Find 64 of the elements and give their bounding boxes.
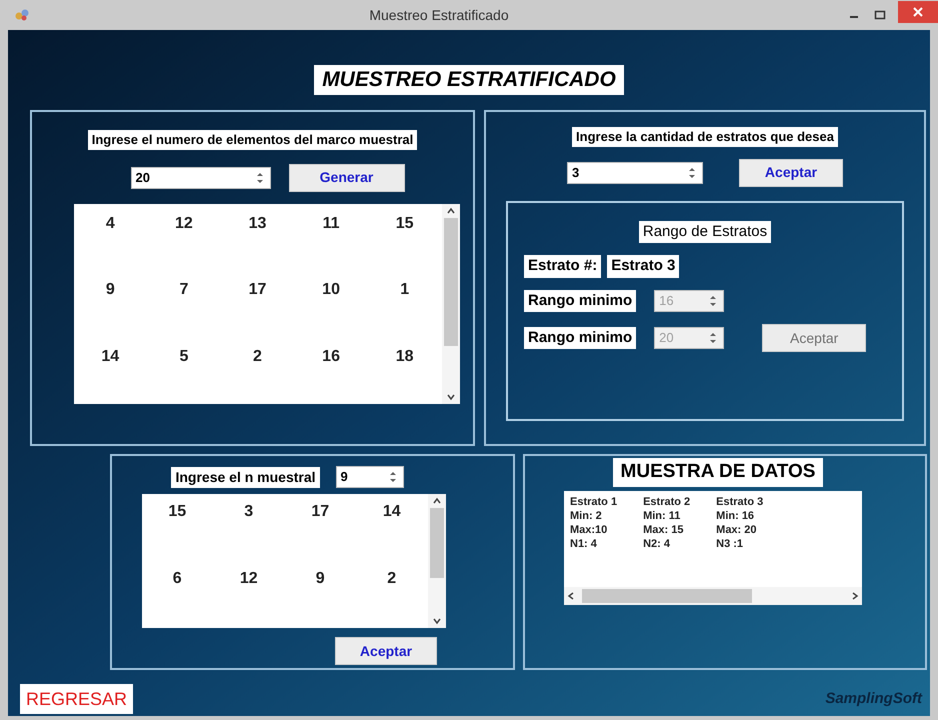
action-button[interactable]: Aceptar: [739, 158, 843, 186]
horizontal-scrollbar[interactable]: [564, 586, 862, 604]
number-cell-text: 4: [104, 214, 116, 234]
back-button[interactable]: REGRESAR: [20, 684, 134, 714]
number-cell-text: 14: [100, 346, 120, 367]
data-text: Min: 11: [643, 508, 682, 522]
number-cell-text: 7: [178, 280, 190, 300]
section-heading: MUESTRA DE DATOS: [612, 458, 824, 486]
vertical-scrollbar[interactable]: [428, 494, 446, 628]
number-cell-text: 11: [322, 214, 341, 234]
data-text: N3 :1: [716, 536, 744, 550]
data-text: Estrato 3: [716, 494, 764, 508]
number-cell-text: 15: [167, 502, 188, 522]
number-spinner[interactable]: 3: [567, 162, 703, 184]
number-spinner[interactable]: 20: [130, 166, 270, 188]
data-text: Max: 20: [716, 522, 758, 536]
number-cell-text: 17: [310, 502, 330, 522]
data-text: Max:10: [570, 522, 608, 536]
field-label: Estrato 3: [607, 255, 680, 278]
field-label: Estrato #:: [524, 255, 602, 278]
number-cell-text: 16: [321, 346, 341, 367]
number-cell-text: 13: [248, 214, 268, 234]
data-text: Estrato 1: [570, 494, 618, 508]
vertical-scrollbar[interactable]: [442, 204, 460, 404]
number-cell-text: 2: [252, 346, 263, 367]
maximize-icon[interactable]: [874, 9, 886, 21]
number-cell-text: 12: [238, 569, 259, 589]
number-cell-text: 2: [386, 569, 398, 589]
number-cell-text: 1: [399, 280, 410, 300]
data-text: Min: 2: [570, 508, 603, 522]
data-text: Max: 15: [643, 522, 684, 536]
field-label: Ingrese el n muestral: [171, 466, 320, 488]
close-button[interactable]: [898, 1, 938, 23]
app-icon: [14, 8, 30, 22]
data-text: N2: 4: [643, 536, 671, 550]
number-cell-text: 17: [248, 280, 268, 300]
number-cell-text: 3: [243, 502, 254, 522]
field-label: Rango minimo: [524, 290, 636, 312]
number-cell-text: 18: [394, 346, 415, 367]
number-cell-text: 12: [174, 214, 194, 234]
number-spinner[interactable]: 9: [336, 466, 404, 488]
field-label: Ingrese la cantidad de estratos que desea: [572, 127, 838, 146]
field-label: Rango de Estratos: [638, 220, 772, 243]
close-icon[interactable]: [913, 7, 923, 17]
number-cell-text: 15: [394, 214, 415, 234]
number-cell-text: 9: [314, 569, 326, 589]
scroll-thumb[interactable]: [582, 588, 752, 602]
scroll-thumb[interactable]: [444, 218, 458, 346]
number-cell-text: 9: [104, 280, 116, 300]
data-text: Estrato 2: [643, 494, 690, 508]
number-cell-text: 14: [382, 502, 402, 522]
number-cell-text: 6: [172, 569, 183, 589]
field-label: Ingrese el numero de elementos del marco muestral: [88, 130, 418, 150]
action-button[interactable]: Aceptar: [335, 637, 437, 665]
number-cell-text: 10: [321, 280, 341, 300]
brand-text: SamplingSoft: [825, 688, 922, 709]
data-text: N1: 4: [570, 536, 598, 550]
form-heading: MUESTREO ESTRATIFICADO: [314, 65, 624, 95]
window-title: Muestreo Estratificado: [368, 6, 510, 24]
scroll-thumb[interactable]: [430, 508, 444, 578]
field-label: Rango minimo: [524, 326, 636, 350]
number-cell-text: 5: [178, 346, 190, 367]
data-text: Min: 16: [716, 508, 756, 522]
action-button[interactable]: Generar: [288, 164, 404, 192]
